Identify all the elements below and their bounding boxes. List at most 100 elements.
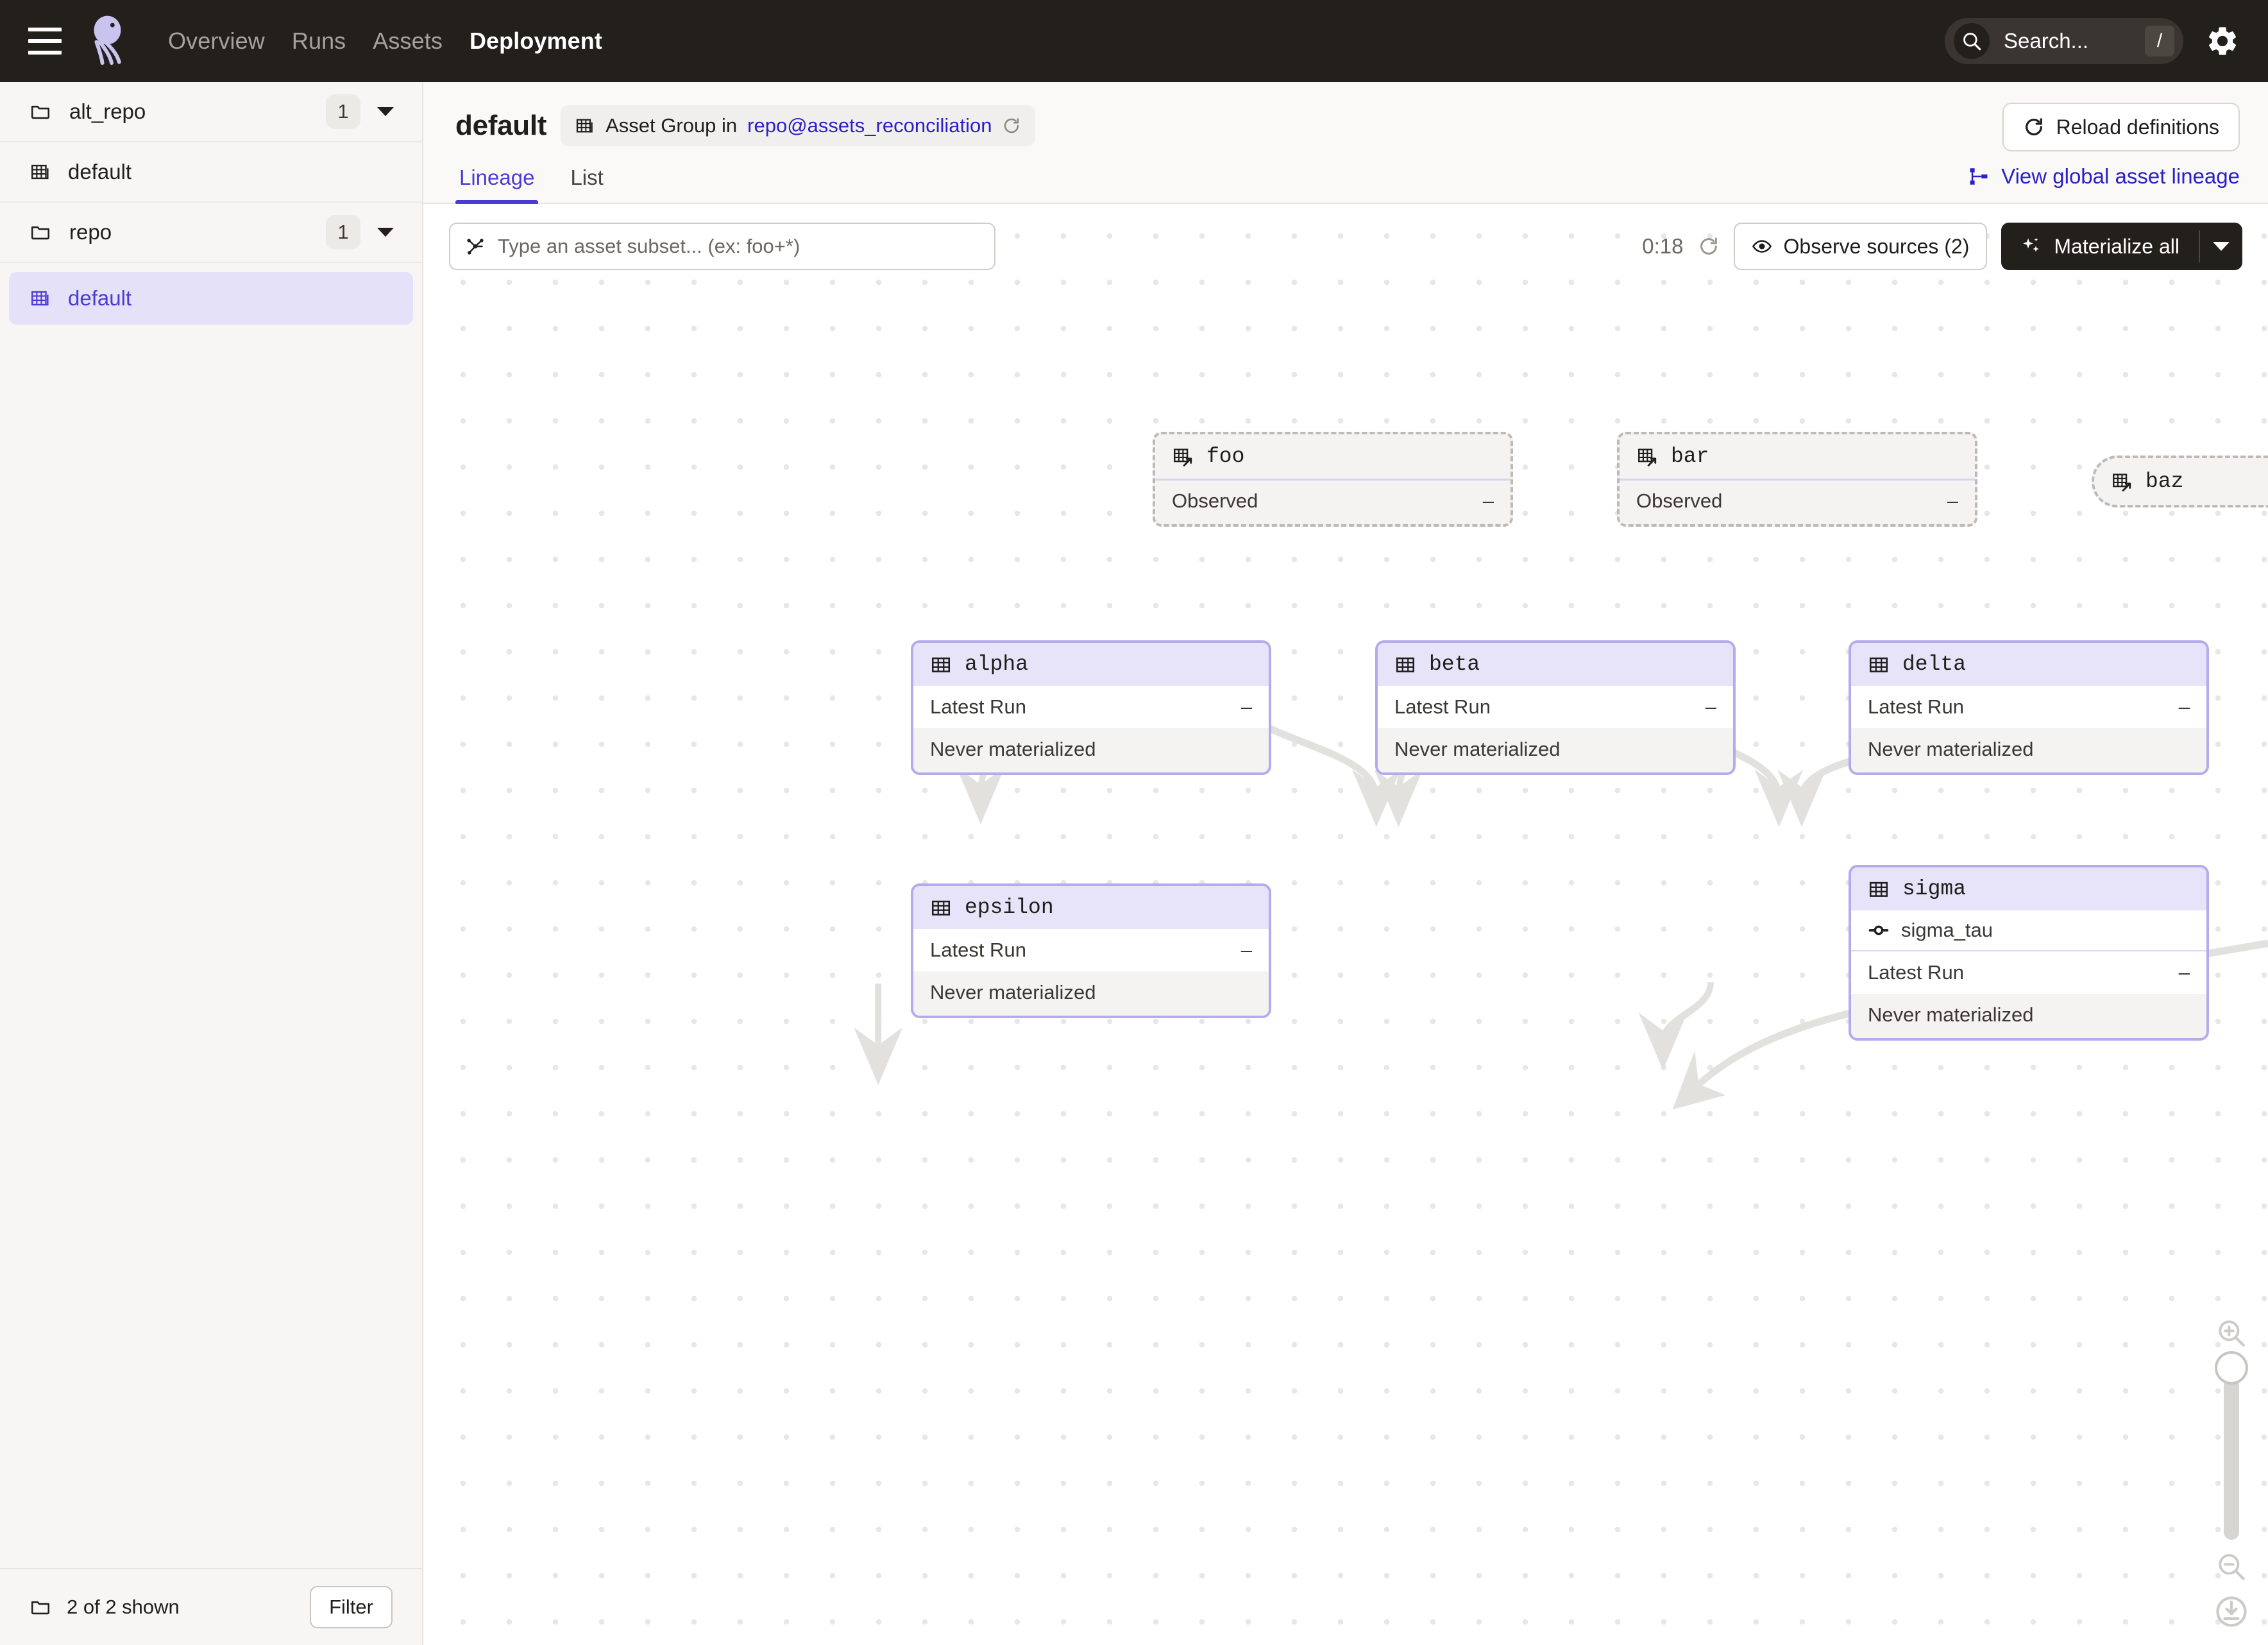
hamburger-menu-icon[interactable] (28, 28, 62, 55)
node-observed-label: Observed (1172, 490, 1258, 513)
page-header: default Asset Group in repo@assets_recon… (423, 82, 2268, 146)
reload-definitions-button[interactable]: Reload definitions (2002, 103, 2240, 151)
asset-node-epsilon[interactable]: epsilon Latest Run – Never materialized (911, 883, 1271, 1018)
breadcrumb: Asset Group in repo@assets_reconciliatio… (561, 105, 1035, 146)
shown-count-label: 2 of 2 shown (67, 1596, 294, 1619)
node-status: Never materialized (1378, 728, 1733, 772)
node-latest-run-row: Latest Run – (1851, 686, 2206, 728)
observe-sources-label: Observe sources (2) (1784, 235, 1970, 259)
node-name: foo (1206, 445, 1244, 468)
node-status: Never materialized (1851, 994, 2206, 1038)
asset-icon (930, 897, 952, 919)
search-input[interactable]: Search... / (1945, 18, 2183, 64)
node-box: foo Observed – (1153, 432, 1513, 527)
dagster-logo[interactable] (85, 14, 139, 68)
asset-lineage-graph[interactable]: Type an asset subset... (ex: foo+*) 0:18 (423, 204, 2268, 1645)
folder-icon (30, 221, 51, 243)
node-header: baz (2094, 458, 2268, 505)
node-status: Never materialized (913, 728, 1269, 772)
lineage-icon (1968, 166, 1990, 187)
filter-button[interactable]: Filter (310, 1586, 393, 1628)
asset-group-name: default (68, 160, 131, 184)
chevron-down-icon[interactable] (377, 107, 394, 116)
repository-count-badge: 1 (326, 215, 360, 250)
search-icon (1961, 30, 1983, 52)
zoom-slider-thumb[interactable] (2215, 1351, 2248, 1385)
asset-subset-input[interactable]: Type an asset subset... (ex: foo+*) (449, 223, 995, 270)
observe-sources-button[interactable]: Observe sources (2) (1734, 223, 1988, 270)
materialize-all-button[interactable]: Materialize all (2001, 223, 2199, 270)
dagster-app: Overview Runs Assets Deployment Search..… (0, 0, 2268, 1645)
source-asset-node-bar[interactable]: bar Observed – (1617, 432, 1977, 527)
folder-icon (30, 1596, 51, 1618)
eye-icon (1752, 236, 1772, 257)
asset-node-sigma[interactable]: sigma sigma_tau Latest Run (1849, 865, 2209, 1041)
asset-check-icon (1868, 919, 1890, 941)
node-observed-value: – (1483, 490, 1494, 513)
asset-group-icon (30, 287, 51, 309)
repository-count-badge: 1 (326, 94, 360, 129)
sidebar-item-group-default-alt[interactable]: default (0, 142, 422, 203)
search-shortcut-key: / (2145, 26, 2174, 56)
node-box: bar Observed – (1617, 432, 1977, 527)
refresh-icon[interactable] (1698, 235, 1720, 257)
sidebar-item-group-default-selected[interactable]: default (9, 272, 413, 325)
sidebar-repository-repo[interactable]: repo 1 (0, 203, 422, 263)
node-latest-run-label: Latest Run (1868, 695, 1964, 719)
left-sidebar: alt_repo 1 default (0, 82, 423, 1645)
materialize-options-chevron-down-icon[interactable] (2200, 223, 2242, 270)
view-global-asset-lineage-link[interactable]: View global asset lineage (1968, 164, 2240, 189)
chevron-down-icon[interactable] (377, 228, 394, 237)
asset-group-icon (575, 115, 595, 136)
download-icon[interactable] (2213, 1594, 2249, 1630)
asset-node-alpha[interactable]: alpha Latest Run – Never materialized (911, 640, 1271, 775)
nav-link-assets[interactable]: Assets (373, 28, 443, 55)
nav-link-overview[interactable]: Overview (168, 28, 265, 55)
asset-icon (1868, 878, 1890, 900)
breadcrumb-repo-link[interactable]: repo@assets_reconciliation (747, 114, 992, 137)
zoom-slider[interactable] (2224, 1360, 2239, 1540)
materialize-all-label: Materialize all (2054, 235, 2179, 259)
view-global-asset-lineage-label: View global asset lineage (2001, 164, 2240, 189)
node-name: bar (1671, 445, 1709, 468)
node-box: baz (2092, 456, 2268, 507)
refresh-icon[interactable] (1002, 116, 1021, 135)
tab-list[interactable]: List (566, 166, 607, 203)
node-latest-run-value: – (2179, 695, 2190, 719)
node-header: beta (1378, 643, 1733, 686)
source-asset-icon (2111, 471, 2133, 493)
sidebar-repository-alt_repo[interactable]: alt_repo 1 (0, 82, 422, 142)
node-latest-run-label: Latest Run (1394, 695, 1491, 719)
main-content: default Asset Group in repo@assets_recon… (423, 82, 2268, 1645)
graph-toolbar: Type an asset subset... (ex: foo+*) 0:18 (449, 221, 2242, 272)
node-name: sigma (1902, 877, 1966, 901)
graph-zoom-controls (2209, 1317, 2254, 1630)
node-latest-run-value: – (1241, 695, 1252, 719)
node-observed-label: Observed (1636, 490, 1722, 513)
source-asset-node-baz[interactable]: baz (2092, 456, 2268, 507)
asset-check-row-sigma_tau[interactable]: sigma_tau (1851, 910, 2206, 951)
asset-icon (930, 654, 952, 676)
title-row: default Asset Group in repo@assets_recon… (455, 105, 2240, 146)
asset-subset-placeholder: Type an asset subset... (ex: foo+*) (498, 235, 800, 258)
view-tabs: Lineage List View global asset lineage (423, 166, 2268, 204)
asset-node-beta[interactable]: beta Latest Run – Never materialized (1375, 640, 1736, 775)
node-latest-run-label: Latest Run (930, 939, 1026, 962)
source-asset-node-foo[interactable]: foo Observed – (1153, 432, 1513, 527)
tab-lineage[interactable]: Lineage (455, 166, 538, 203)
asset-icon (1868, 654, 1890, 676)
gear-icon[interactable] (2205, 24, 2240, 58)
node-latest-run-value: – (2179, 961, 2190, 984)
zoom-out-icon[interactable] (2215, 1550, 2248, 1583)
node-header: epsilon (913, 886, 1269, 929)
nav-link-deployment[interactable]: Deployment (470, 28, 602, 55)
refresh-icon (2023, 116, 2045, 138)
node-latest-run-row: Latest Run – (913, 929, 1269, 971)
asset-node-delta[interactable]: delta Latest Run – Never materialized (1849, 640, 2209, 775)
node-header: foo (1155, 434, 1511, 481)
nav-link-runs[interactable]: Runs (292, 28, 346, 55)
search-placeholder: Search... (2004, 29, 2131, 53)
zoom-in-icon[interactable] (2215, 1317, 2248, 1350)
source-asset-icon (1172, 446, 1194, 468)
node-box: alpha Latest Run – Never materialized (911, 640, 1271, 775)
